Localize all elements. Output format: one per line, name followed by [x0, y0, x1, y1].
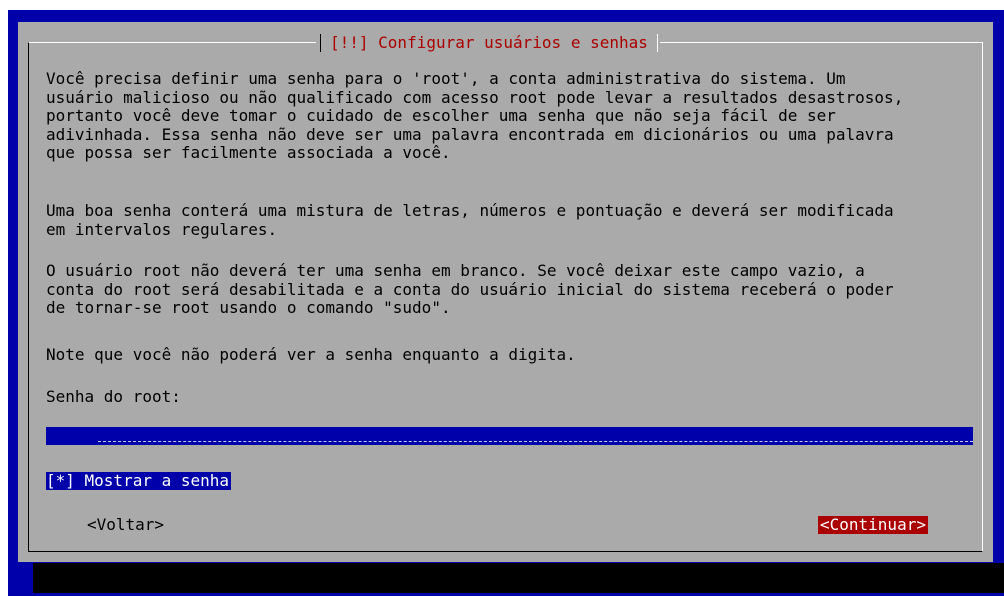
dialog: [!!] Configurar usuários e senhas Você p…: [18, 22, 993, 562]
good-password-paragraph: Uma boa senha conterá uma mistura de let…: [46, 201, 894, 239]
back-button[interactable]: <Voltar>: [87, 516, 164, 534]
intro-paragraph: Você precisa definir uma senha para o 'r…: [46, 69, 904, 163]
root-password-value: admin: [85, 444, 133, 446]
continue-button[interactable]: <Continuar>: [818, 516, 928, 534]
hidden-password-note: Note que você não poderá ver a senha enq…: [46, 345, 576, 364]
dialog-title: [!!] Configurar usuários e senhas: [316, 31, 660, 55]
show-password-checkbox[interactable]: [*] Mostrar a senha: [46, 472, 232, 490]
blank-root-paragraph: O usuário root não deverá ter uma senha …: [46, 261, 894, 318]
root-password-input[interactable]: admin: [46, 427, 973, 445]
dialog-shadow: [33, 563, 1004, 593]
password-label: Senha do root:: [46, 387, 181, 406]
